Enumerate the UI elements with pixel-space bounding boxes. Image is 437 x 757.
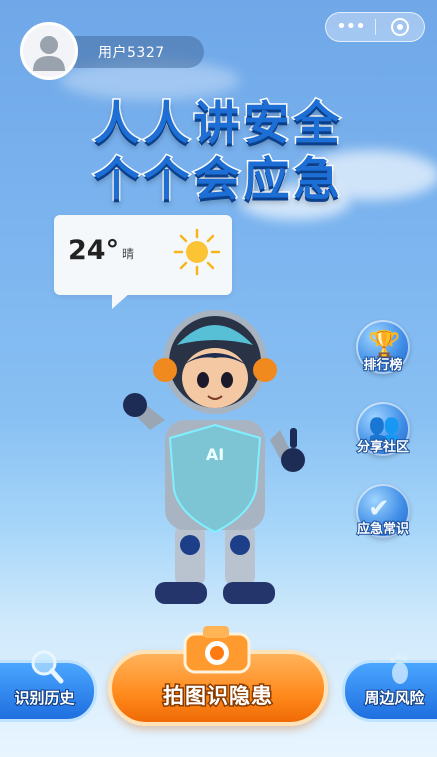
robot-illustration: AI	[123, 310, 305, 604]
recognition-history-button[interactable]: 识别历史	[0, 650, 97, 722]
weather-temperature: 24°	[68, 235, 120, 266]
leaderboard-button[interactable]: 🏆 排行榜	[352, 320, 414, 386]
nearby-risk-label: 周边风险	[363, 688, 425, 708]
magnifier-icon	[31, 650, 64, 684]
person-icon	[33, 36, 65, 71]
user-profile[interactable]: 用户5327	[20, 22, 204, 80]
close-button[interactable]	[376, 17, 424, 37]
target-icon	[390, 18, 409, 36]
avatar[interactable]	[20, 22, 78, 80]
emergency-knowledge-button[interactable]: ✔ 应急常识	[352, 484, 414, 550]
sun-icon	[173, 228, 221, 276]
title-line-2: 个个会应急	[92, 151, 344, 208]
page-title: 人人讲安全 个个会应急	[0, 95, 437, 208]
footprint-icon	[390, 654, 408, 684]
emergency-label: 应急常识	[356, 521, 410, 538]
community-label: 分享社区	[356, 439, 410, 456]
nearby-risk-button[interactable]: 周边风险	[342, 654, 437, 722]
app-screen: 用户5327 ••• 人人讲安全 个个会应急 24° 晴 AI 🏆 排行榜 👥 …	[0, 0, 437, 757]
ai-badge-text: AI	[206, 445, 224, 464]
photo-hazard-label: 拍图识隐患	[162, 683, 274, 710]
camera-icon	[183, 626, 251, 674]
recognition-history-label: 识别历史	[13, 688, 75, 708]
more-button[interactable]: •••	[326, 12, 375, 42]
miniprogram-capsule: •••	[325, 12, 425, 42]
ai-robot-mascot: AI	[110, 300, 320, 610]
weather-condition: 晴	[122, 247, 135, 261]
weather-bubble: 24° 晴	[54, 215, 232, 309]
share-community-button[interactable]: 👥 分享社区	[352, 402, 414, 468]
title-line-1: 人人讲安全	[92, 95, 344, 152]
leaderboard-label: 排行榜	[362, 357, 403, 374]
user-name: 用户5327	[98, 45, 165, 61]
